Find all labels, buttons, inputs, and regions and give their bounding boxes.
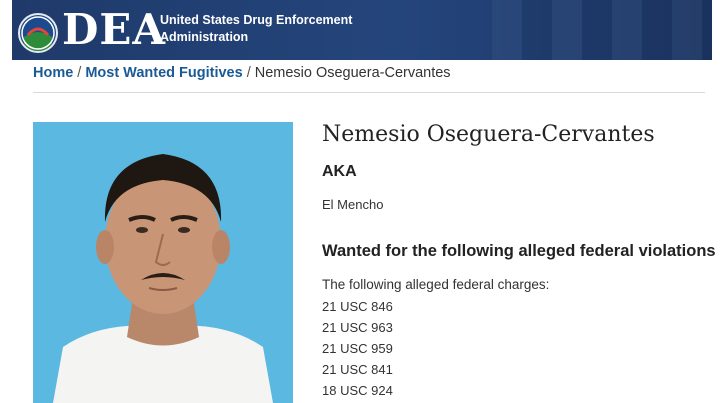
- dea-logo[interactable]: DEA: [62, 4, 166, 56]
- aka-heading: AKA: [322, 163, 357, 180]
- breadcrumb-separator: /: [77, 65, 82, 81]
- fugitive-photo: [33, 122, 293, 403]
- charge-item: 21 USC 841: [322, 362, 393, 377]
- agency-line-2: Administration: [160, 30, 249, 44]
- charges-intro: The following alleged federal charges:: [322, 277, 550, 292]
- divider: [33, 92, 705, 93]
- agency-name: United States Drug Enforcement Administr…: [160, 12, 380, 46]
- alias-text: El Mencho: [322, 197, 384, 212]
- charge-item: 18 USC 924: [322, 383, 393, 398]
- breadcrumb: Home / Most Wanted Fugitives / Nemesio Osegu…: [33, 65, 451, 81]
- charge-item: 21 USC 963: [322, 320, 393, 335]
- charge-item: 21 USC 959: [322, 341, 393, 356]
- breadcrumb-separator: /: [246, 65, 251, 81]
- site-header: DEA United States Drug Enforcement Admin…: [12, 0, 712, 60]
- charges-list: 21 USC 846 21 USC 963 21 USC 959 21 USC …: [322, 296, 393, 401]
- breadcrumb-current: Nemesio Oseguera-Cervantes: [254, 65, 451, 81]
- breadcrumb-home-link[interactable]: Home: [33, 65, 73, 81]
- charge-item: 21 USC 846: [322, 299, 393, 314]
- fugitive-name: Nemesio Oseguera-Cervantes: [322, 122, 655, 147]
- dea-seal-icon[interactable]: [18, 13, 58, 53]
- violations-heading: Wanted for the following alleged federal…: [322, 242, 716, 260]
- breadcrumb-most-wanted-link[interactable]: Most Wanted Fugitives: [85, 65, 242, 81]
- header-decoration: [492, 0, 712, 60]
- agency-line-1: United States Drug Enforcement: [160, 13, 353, 27]
